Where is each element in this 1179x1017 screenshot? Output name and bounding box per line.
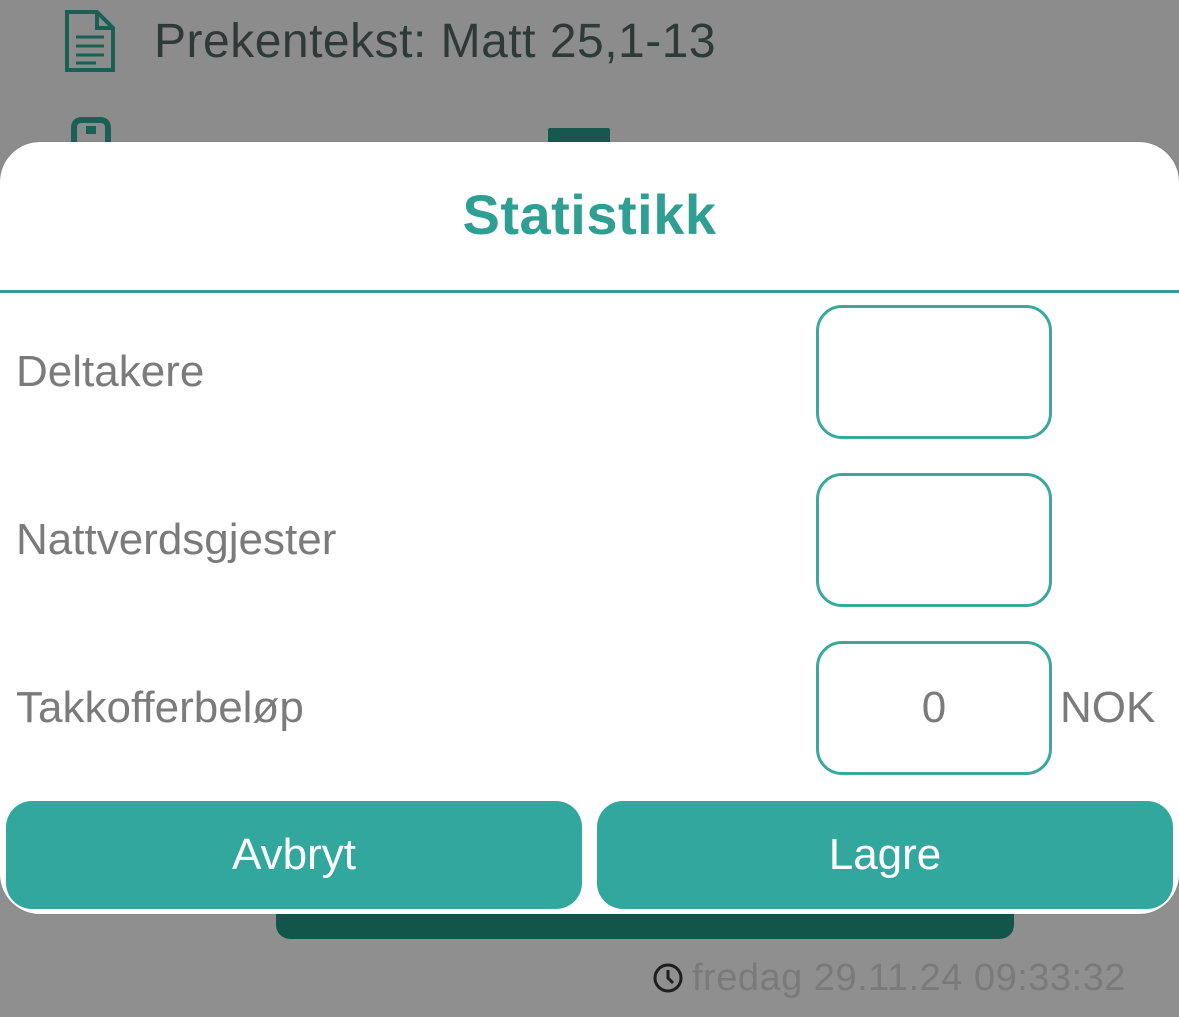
- timestamp: fredag 29.11.24 09:33:32: [652, 950, 1126, 1006]
- sermon-text-row: Prekentekst: Matt 25,1-13: [64, 6, 716, 76]
- clock-icon: [653, 963, 683, 993]
- dialog-title: Statistikk: [462, 183, 717, 246]
- cancel-button[interactable]: Avbryt: [6, 801, 582, 909]
- offering-label: Takkofferbeløp: [16, 683, 304, 732]
- title-divider: [0, 290, 1179, 293]
- participants-row: Deltakere: [0, 305, 1179, 439]
- save-button[interactable]: Lagre: [597, 801, 1173, 909]
- currency-unit: NOK: [1060, 683, 1156, 732]
- sermon-text: Prekentekst: Matt 25,1-13: [154, 14, 717, 68]
- offering-amount-input[interactable]: [816, 641, 1052, 775]
- communicants-label: Nattverdsgjester: [16, 515, 337, 564]
- participants-input[interactable]: [816, 305, 1052, 439]
- communicants-input[interactable]: [816, 473, 1052, 607]
- timestamp-text: fredag 29.11.24 09:33:32: [692, 956, 1126, 999]
- offering-row: Takkofferbeløp NOK: [0, 641, 1179, 775]
- participants-label: Deltakere: [16, 347, 205, 396]
- statistics-dialog: Statistikk Deltakere Nattverdsgjester Ta…: [0, 142, 1179, 914]
- communicants-row: Nattverdsgjester: [0, 473, 1179, 607]
- document-icon: [65, 10, 115, 72]
